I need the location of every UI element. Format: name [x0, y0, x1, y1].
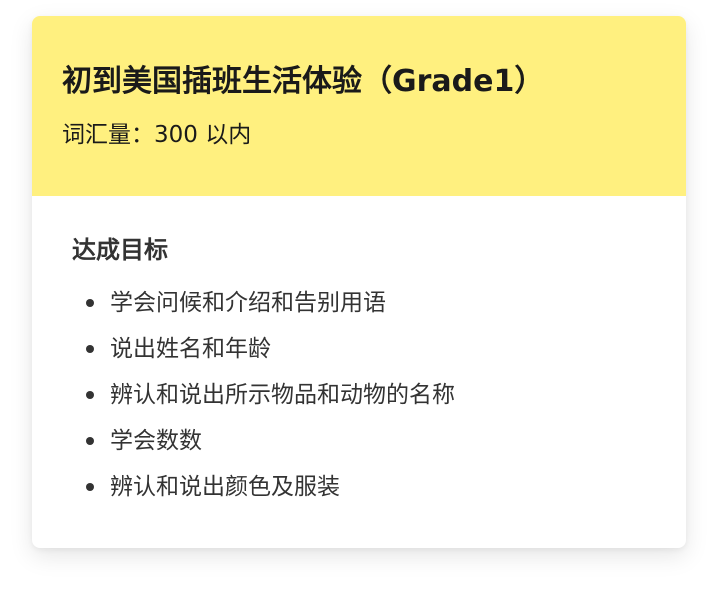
card-body: 达成目标 学会问候和介绍和告别用语 说出姓名和年龄 辨认和说出所示物品和动物的名…	[32, 196, 686, 510]
goal-text: 学会数数	[110, 428, 202, 454]
course-card: 初到美国插班生活体验（Grade1） 词汇量：300 以内 达成目标 学会问候和…	[32, 16, 686, 548]
bullet-icon	[86, 391, 94, 399]
goal-item: 辨认和说出颜色及服装	[72, 464, 646, 510]
card-header: 初到美国插班生活体验（Grade1） 词汇量：300 以内	[32, 16, 686, 196]
goal-list: 学会问候和介绍和告别用语 说出姓名和年龄 辨认和说出所示物品和动物的名称 学会数…	[72, 280, 646, 510]
goals-heading: 达成目标	[72, 236, 168, 264]
bullet-icon	[86, 299, 94, 307]
vocabulary-size: 词汇量：300 以内	[62, 122, 252, 148]
bullet-icon	[86, 437, 94, 445]
goal-item: 辨认和说出所示物品和动物的名称	[72, 372, 646, 418]
bullet-icon	[86, 345, 94, 353]
goal-text: 说出姓名和年龄	[110, 336, 271, 362]
course-title: 初到美国插班生活体验（Grade1）	[62, 64, 545, 99]
goal-item: 学会问候和介绍和告别用语	[72, 280, 646, 326]
bullet-icon	[86, 483, 94, 491]
goal-text: 辨认和说出所示物品和动物的名称	[110, 382, 455, 408]
goal-item: 说出姓名和年龄	[72, 326, 646, 372]
goal-item: 学会数数	[72, 418, 646, 464]
goal-text: 辨认和说出颜色及服装	[110, 474, 340, 500]
goal-text: 学会问候和介绍和告别用语	[110, 290, 386, 316]
